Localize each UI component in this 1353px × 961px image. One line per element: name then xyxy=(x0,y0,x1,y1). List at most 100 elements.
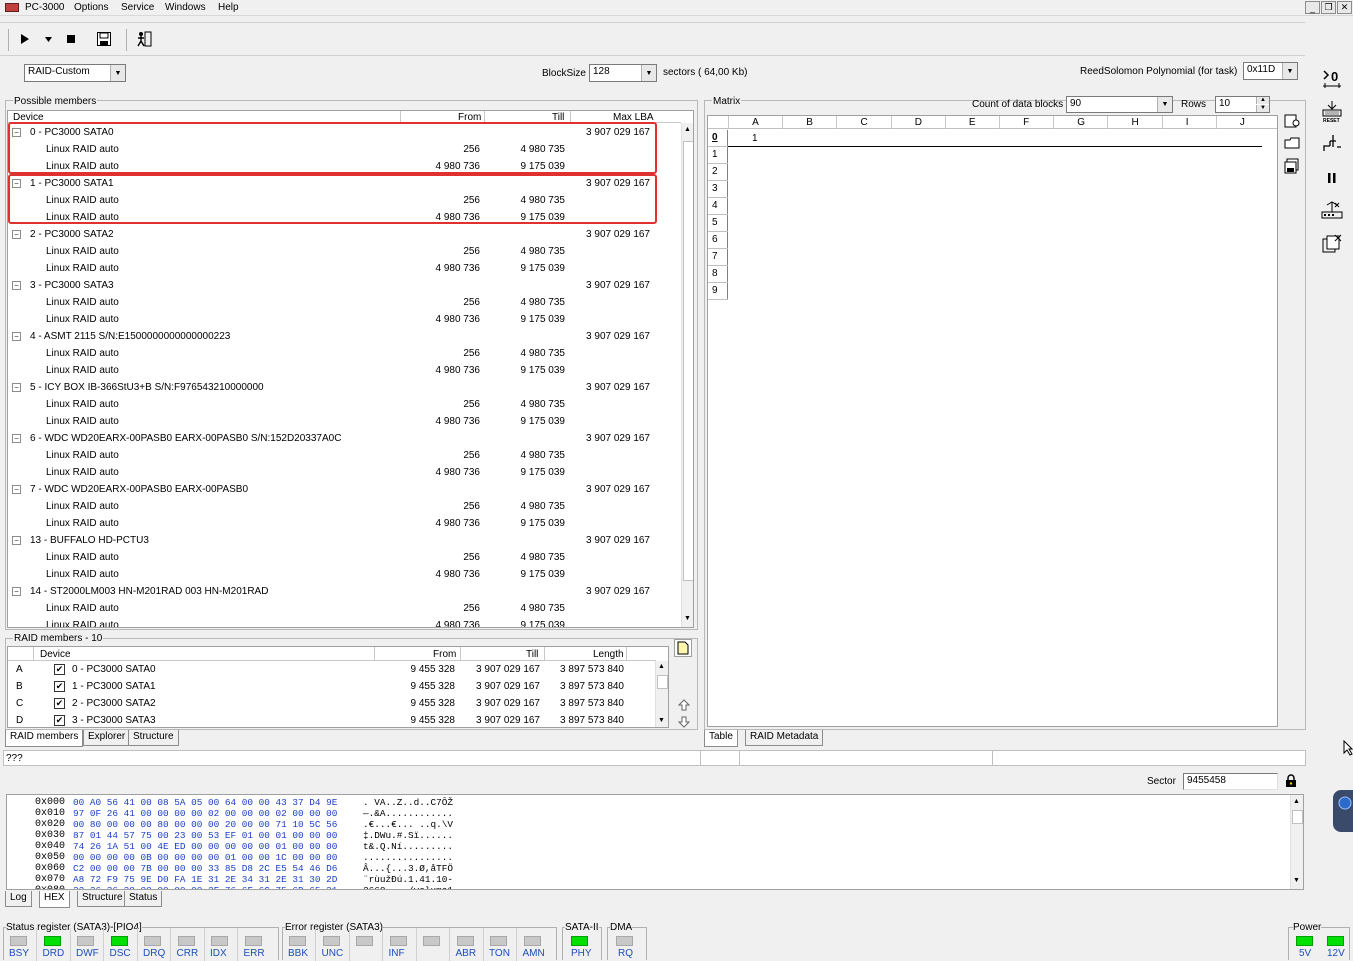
scroll-down-icon[interactable]: ▼ xyxy=(1293,877,1300,884)
move-down-icon[interactable] xyxy=(676,716,692,728)
hex-row[interactable]: 0x060 C2 00 00 00 7B 00 00 00 33 85 D8 2C… xyxy=(35,863,475,874)
tab-structure[interactable]: Structure xyxy=(128,730,179,746)
header-till[interactable]: Till xyxy=(526,649,538,660)
matrix-row-number[interactable]: 9 xyxy=(712,285,718,296)
scroll-thumb[interactable] xyxy=(683,141,693,581)
raid-member-row[interactable]: B ✔ 1 - PC3000 SATA1 9 455 328 3 907 029 167… xyxy=(8,679,654,696)
partition-row[interactable]: Linux RAID auto 4 980 736 9 175 039 xyxy=(8,567,681,584)
scroll-thumb[interactable] xyxy=(657,675,668,689)
matrix-column-header[interactable]: I xyxy=(1186,117,1189,128)
collapse-icon[interactable]: − xyxy=(12,434,21,443)
raid-type-select[interactable]: RAID-Custom ▼ xyxy=(24,64,126,82)
matrix-row-number[interactable]: 1 xyxy=(712,149,718,160)
matrix-settings-icon[interactable] xyxy=(1283,112,1301,130)
network-icon[interactable] xyxy=(1320,198,1344,222)
collapse-icon[interactable]: − xyxy=(12,281,21,290)
member-checkbox[interactable]: ✔ xyxy=(54,681,65,692)
probe-icon[interactable] xyxy=(1320,132,1344,156)
matrix-cell-a0[interactable]: 1 xyxy=(752,133,758,144)
partition-row[interactable]: Linux RAID auto 4 980 736 9 175 039 xyxy=(8,465,681,482)
hex-row[interactable]: 0x070 A8 72 F9 75 9E D0 FA 1E 31 2E 34 31… xyxy=(35,874,475,885)
hex-row[interactable]: 0x020 00 80 00 00 00 80 00 00 00 20 00 00… xyxy=(35,819,475,830)
matrix-column-header[interactable]: E xyxy=(969,117,976,128)
matrix-open-icon[interactable] xyxy=(1283,135,1301,151)
scroll-down-icon[interactable]: ▼ xyxy=(684,615,691,622)
partition-row[interactable]: Linux RAID auto 256 4 980 735 xyxy=(8,448,681,465)
menu-service[interactable]: Service xyxy=(121,2,154,13)
matrix-column-header[interactable]: G xyxy=(1077,117,1085,128)
tab-structure-bottom[interactable]: Structure xyxy=(77,891,128,907)
matrix-row-number[interactable]: 6 xyxy=(712,234,718,245)
collapse-icon[interactable]: − xyxy=(12,536,21,545)
matrix-save-icon[interactable] xyxy=(1283,157,1301,175)
minimize-button[interactable]: _ xyxy=(1305,1,1320,14)
partition-row[interactable]: Linux RAID auto 4 980 736 9 175 039 xyxy=(8,618,681,627)
matrix-row-number[interactable]: 0 xyxy=(712,132,718,143)
tree-scrollbar[interactable]: ▲ ▼ xyxy=(681,123,693,627)
hex-row[interactable]: 0x080 32 36 36 38 00 00 00 00 2F 76 6F 6C… xyxy=(35,885,475,889)
pause-icon[interactable] xyxy=(1320,166,1344,190)
matrix-column-header[interactable]: B xyxy=(806,117,813,128)
hex-scrollbar[interactable]: ▲ ▼ xyxy=(1290,795,1303,889)
exit-icon[interactable] xyxy=(135,31,153,47)
partition-row[interactable]: Linux RAID auto 256 4 980 735 xyxy=(8,244,681,261)
partition-row[interactable]: Linux RAID auto 4 980 736 9 175 039 xyxy=(8,414,681,431)
save-icon[interactable] xyxy=(96,32,112,46)
collapse-icon[interactable]: − xyxy=(12,383,21,392)
device-group-row[interactable]: −4 - ASMT 2115 S/N:E1500000000000000223 3… xyxy=(8,329,681,346)
partition-row[interactable]: Linux RAID auto 256 4 980 735 xyxy=(8,550,681,567)
rows-spinner[interactable]: 10 ▲ ▼ xyxy=(1215,96,1270,113)
hex-row[interactable]: 0x010 97 0F 26 41 00 00 00 00 02 00 00 00… xyxy=(35,808,475,819)
tab-raid-members[interactable]: RAID members xyxy=(5,730,84,747)
header-from[interactable]: From xyxy=(433,649,456,660)
reedsolomon-select[interactable]: 0x11D ▼ xyxy=(1243,62,1298,80)
matrix-column-header[interactable]: A xyxy=(752,117,759,128)
collapse-icon[interactable]: − xyxy=(12,230,21,239)
device-group-row[interactable]: −5 - ICY BOX IB-366StU3+B S/N:F976543210… xyxy=(8,380,681,397)
raid-members-table[interactable]: Device From Till Length A ✔ 0 - PC3000 SAT… xyxy=(7,646,669,728)
member-checkbox[interactable]: ✔ xyxy=(54,664,65,675)
partition-row[interactable]: Linux RAID auto 256 4 980 735 xyxy=(8,346,681,363)
matrix-row-number[interactable]: 5 xyxy=(712,217,718,228)
tab-explorer[interactable]: Explorer xyxy=(83,730,131,746)
hex-view[interactable]: 0x000 00 A0 56 41 00 08 5A 05 00 64 00 00… xyxy=(6,794,1304,890)
device-group-row[interactable]: −14 - ST2000LM003 HN-M201RAD 003 HN-M201… xyxy=(8,584,681,601)
matrix-column-header[interactable]: J xyxy=(1240,117,1245,128)
tab-log[interactable]: Log xyxy=(5,891,32,907)
spin-up-icon[interactable]: ▲ xyxy=(1256,97,1269,104)
header-length[interactable]: Length xyxy=(593,649,624,660)
matrix-column-header[interactable]: H xyxy=(1132,117,1139,128)
menu-help[interactable]: Help xyxy=(218,2,239,13)
raid-scrollbar[interactable]: ▲ ▼ xyxy=(655,661,668,727)
restore-button[interactable]: ❐ xyxy=(1321,1,1336,14)
partition-row[interactable]: Linux RAID auto 4 980 736 9 175 039 xyxy=(8,312,681,329)
hex-row[interactable]: 0x040 74 26 1A 51 00 4E ED 00 00 00 00 00… xyxy=(35,841,475,852)
power-toggle-icon[interactable]: 0 xyxy=(1320,66,1344,90)
close-button[interactable]: ✕ xyxy=(1337,1,1352,14)
partition-row[interactable]: Linux RAID auto 256 4 980 735 xyxy=(8,601,681,618)
count-blocks-select[interactable]: 90 ▼ xyxy=(1066,96,1173,113)
device-group-row[interactable]: −3 - PC3000 SATA3 3 907 029 167 xyxy=(8,278,681,295)
partition-row[interactable]: Linux RAID auto 256 4 980 735 xyxy=(8,499,681,516)
blocksize-select[interactable]: 128 ▼ xyxy=(589,64,657,82)
partition-row[interactable]: Linux RAID auto 4 980 736 9 175 039 xyxy=(8,516,681,533)
move-up-icon[interactable] xyxy=(676,697,692,713)
partition-row[interactable]: Linux RAID auto 4 980 736 9 175 039 xyxy=(8,363,681,380)
copy-close-icon[interactable] xyxy=(1320,232,1344,256)
hex-row[interactable]: 0x050 00 00 00 00 0B 00 00 00 00 01 00 00… xyxy=(35,852,475,863)
play-icon[interactable] xyxy=(18,32,32,46)
raid-member-row[interactable]: C ✔ 2 - PC3000 SATA2 9 455 328 3 907 029 167… xyxy=(8,696,654,713)
matrix-row-number[interactable]: 2 xyxy=(712,166,718,177)
menu-options[interactable]: Options xyxy=(74,2,108,13)
partition-row[interactable]: Linux RAID auto 256 4 980 735 xyxy=(8,295,681,312)
raid-member-row[interactable]: A ✔ 0 - PC3000 SATA0 9 455 328 3 907 029 167… xyxy=(8,662,654,679)
matrix-column-header[interactable]: C xyxy=(861,117,868,128)
matrix-grid[interactable]: A B C D E F G H I J 0 1 2 3 4 5 6 7 8 9 1 xyxy=(707,115,1278,727)
device-group-row[interactable]: −7 - WDC WD20EARX-00PASB0 EARX-00PASB0 3 … xyxy=(8,482,681,499)
reset-icon[interactable]: RESET xyxy=(1320,98,1344,124)
member-checkbox[interactable]: ✔ xyxy=(54,715,65,726)
scroll-down-icon[interactable]: ▼ xyxy=(658,717,665,724)
matrix-row-number[interactable]: 3 xyxy=(712,183,718,194)
matrix-row-number[interactable]: 4 xyxy=(712,200,718,211)
matrix-column-header[interactable]: D xyxy=(915,117,922,128)
